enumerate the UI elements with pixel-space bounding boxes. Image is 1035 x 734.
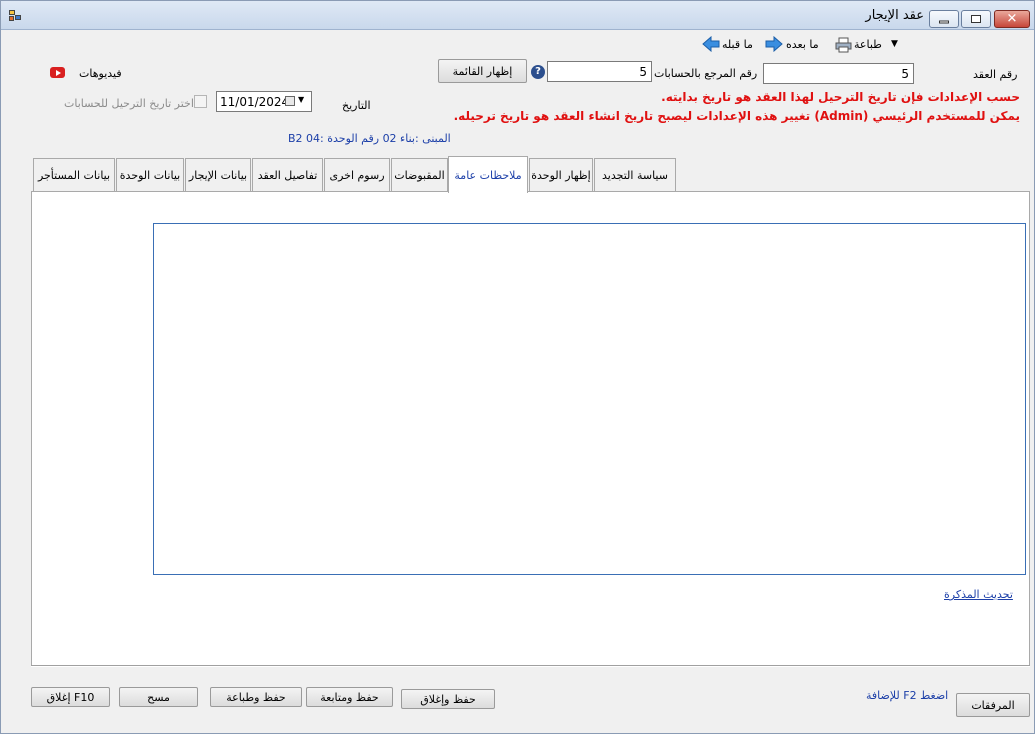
save-close-button[interactable]: حفظ وإغلاق (401, 689, 495, 709)
tab-tenant-data[interactable]: بيانات المستأجر (33, 158, 115, 192)
date-picker[interactable]: 11/01/2024 ▼ (216, 91, 312, 112)
tab-other-fees[interactable]: رسوم اخرى (324, 158, 390, 192)
posting-date-checkbox-label: اختر تاريخ الترحيل للحسابات (64, 97, 194, 110)
contract-number-input[interactable] (763, 63, 914, 84)
tab-show-unit[interactable]: إظهار الوحدة (529, 158, 593, 192)
minimize-icon (939, 20, 949, 24)
contract-window: عقد الإيجار ✕ ▼ طباعة ما بعده ما قبله رق… (0, 0, 1035, 734)
printer-icon[interactable] (835, 37, 852, 53)
arrow-left-icon[interactable] (702, 36, 720, 52)
clear-button[interactable]: مسح (119, 687, 198, 707)
close-f10-button[interactable]: إغلاق F10 (31, 687, 110, 707)
maximize-icon (971, 15, 981, 23)
next-button-label[interactable]: ما بعده (786, 38, 819, 51)
save-print-button[interactable]: حفظ وطباعة (210, 687, 302, 707)
f2-hint: اضغط F2 للإضافة (866, 689, 949, 702)
tab-renewal-policy[interactable]: سياسة التجديد (594, 158, 676, 192)
building-info: المبنى :بناء 02 رقم الوحدة :04 B2 (288, 132, 451, 145)
youtube-icon[interactable] (50, 67, 65, 78)
update-memo-link[interactable]: تحديث المذكرة (944, 588, 1013, 601)
footer-separator (31, 665, 1030, 667)
reference-number-input[interactable] (547, 61, 652, 82)
videos-link[interactable]: فيديوهات (79, 67, 122, 80)
tab-unit-data[interactable]: بيانات الوحدة (116, 158, 184, 192)
show-list-button[interactable]: إظهار القائمة (438, 59, 527, 83)
minimize-button[interactable] (929, 10, 959, 28)
date-value: 11/01/2024 (220, 95, 290, 109)
app-icon (9, 10, 23, 22)
help-icon[interactable]: ? (531, 65, 545, 79)
print-button-label[interactable]: طباعة (854, 38, 882, 51)
save-continue-button[interactable]: حفظ ومتابعة (306, 687, 393, 707)
date-label: التاريخ (342, 99, 371, 112)
prev-button-label[interactable]: ما قبله (722, 38, 753, 51)
general-notes-textarea[interactable] (153, 223, 1026, 575)
maximize-button[interactable] (961, 10, 991, 28)
chevron-down-icon[interactable]: ▼ (298, 95, 304, 104)
attachments-button[interactable]: المرفقات (956, 693, 1030, 717)
window-title: عقد الإيجار (865, 8, 924, 23)
reference-number-label: رقم المرجع بالحسابات (654, 67, 758, 80)
tab-receipts[interactable]: المقبوضات (391, 158, 448, 192)
close-window-button[interactable]: ✕ (994, 10, 1030, 28)
calendar-icon[interactable] (285, 96, 295, 106)
tab-general-notes[interactable]: ملاحظات عامة (448, 156, 528, 193)
warning-line-2: يمكن للمستخدم الرئيسي (Admin) تغيير هذه … (453, 109, 1020, 123)
print-dropdown-icon[interactable]: ▼ (891, 39, 898, 49)
warning-line-1: حسب الإعدادات فإن تاريخ الترحيل لهذا الع… (661, 90, 1020, 104)
tab-rent-data[interactable]: بيانات الإيجار (185, 158, 251, 192)
contract-number-label: رقم العقد (973, 68, 1018, 81)
arrow-right-icon[interactable] (765, 36, 783, 52)
close-icon: ✕ (1006, 11, 1018, 27)
title-bar: عقد الإيجار ✕ (1, 1, 1034, 30)
posting-date-checkbox[interactable] (194, 95, 207, 108)
tab-contract-details[interactable]: تفاصيل العقد (252, 158, 323, 192)
